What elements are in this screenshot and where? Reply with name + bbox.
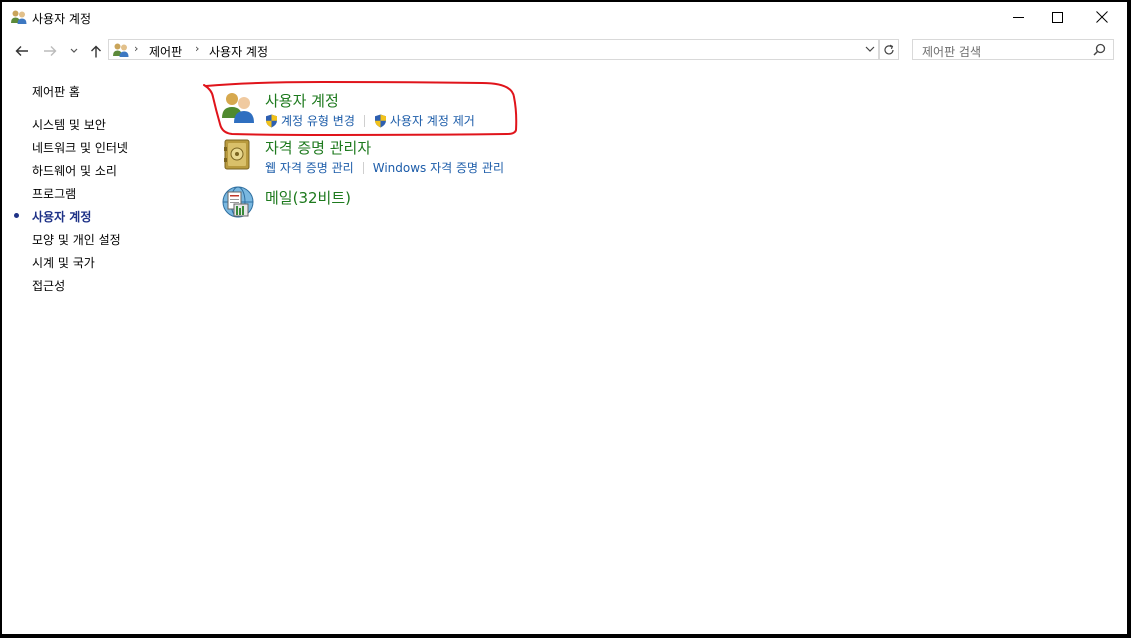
nav-ease-of-access[interactable]: 접근성 xyxy=(32,277,65,294)
uac-shield-icon xyxy=(266,114,277,127)
nav-appearance-personalization[interactable]: 모양 및 개인 설정 xyxy=(32,231,121,248)
credential-manager-icon[interactable] xyxy=(220,137,256,173)
active-nav-bullet xyxy=(14,213,19,218)
chevron-down-icon xyxy=(865,46,875,52)
nav-network-internet[interactable]: 네트워크 및 인터넷 xyxy=(32,139,128,156)
nav-system-security[interactable]: 시스템 및 보안 xyxy=(32,116,106,133)
link-text[interactable]: 계정 유형 변경 xyxy=(281,112,355,129)
navigation-bar: › 제어판 › 사용자 계정 제어판 검색 xyxy=(2,38,1127,64)
chevron-down-icon xyxy=(70,48,78,53)
arrow-right-icon xyxy=(44,46,57,56)
back-button[interactable] xyxy=(14,41,30,61)
up-button[interactable] xyxy=(88,41,104,61)
nav-programs[interactable]: 프로그램 xyxy=(32,185,76,202)
refresh-icon xyxy=(884,44,894,54)
link-remove-user-account[interactable]: 사용자 계정 제거 xyxy=(374,112,475,129)
nav-clock-region[interactable]: 시계 및 국가 xyxy=(32,254,95,271)
arrow-left-icon xyxy=(15,46,28,56)
search-input[interactable]: 제어판 검색 xyxy=(912,39,1114,60)
nav-user-accounts[interactable]: 사용자 계정 xyxy=(32,208,91,225)
category-links: 계정 유형 변경 사용자 계정 제거 xyxy=(265,112,475,129)
close-icon xyxy=(1096,11,1108,23)
chevron-right-icon[interactable]: › xyxy=(195,42,199,55)
category-title-mail[interactable]: 메일(32비트) xyxy=(265,187,351,208)
link-change-account-type[interactable]: 계정 유형 변경 xyxy=(265,112,355,129)
maximize-button[interactable] xyxy=(1034,2,1080,32)
link-manage-windows-credentials[interactable]: Windows 자격 증명 관리 xyxy=(373,159,504,176)
link-divider xyxy=(362,161,364,174)
category-links: 웹 자격 증명 관리 Windows 자격 증명 관리 xyxy=(265,159,504,176)
title-bar: 사용자 계정 xyxy=(2,2,1127,32)
mail-icon[interactable] xyxy=(220,184,256,220)
refresh-button[interactable] xyxy=(879,39,899,60)
address-dropdown-button[interactable] xyxy=(865,43,875,58)
window-title: 사용자 계정 xyxy=(32,12,92,26)
forward-button[interactable] xyxy=(42,41,58,61)
category-title-user-accounts[interactable]: 사용자 계정 xyxy=(265,90,339,111)
red-annotation-outline xyxy=(203,81,518,136)
category-title-credential-manager[interactable]: 자격 증명 관리자 xyxy=(265,137,371,158)
close-button[interactable] xyxy=(1079,2,1125,32)
address-bar[interactable]: › 제어판 › 사용자 계정 xyxy=(108,39,879,60)
breadcrumb-control-panel[interactable]: 제어판 xyxy=(149,43,182,60)
chevron-right-icon: › xyxy=(134,42,139,55)
nav-hardware-sound[interactable]: 하드웨어 및 소리 xyxy=(32,162,117,179)
user-accounts-icon xyxy=(112,42,130,58)
arrow-up-icon xyxy=(91,45,101,57)
link-divider xyxy=(363,114,365,127)
search-icon[interactable] xyxy=(1093,43,1106,59)
nav-control-panel-home[interactable]: 제어판 홈 xyxy=(32,83,80,100)
link-text[interactable]: 사용자 계정 제거 xyxy=(390,112,475,129)
user-accounts-icon[interactable] xyxy=(220,90,256,126)
breadcrumb-user-accounts[interactable]: 사용자 계정 xyxy=(209,43,268,60)
search-placeholder: 제어판 검색 xyxy=(922,45,982,59)
minimize-icon xyxy=(1012,16,1024,18)
link-manage-web-credentials[interactable]: 웹 자격 증명 관리 xyxy=(265,159,354,176)
user-accounts-icon xyxy=(10,9,28,25)
control-panel-window: 사용자 계정 › 제어판 › 사용자 계정 제어판 검색 제어판 홈 시스템 및… xyxy=(2,2,1127,634)
uac-shield-icon xyxy=(374,114,386,127)
maximize-icon xyxy=(1051,11,1063,23)
recent-locations-button[interactable] xyxy=(68,41,80,61)
